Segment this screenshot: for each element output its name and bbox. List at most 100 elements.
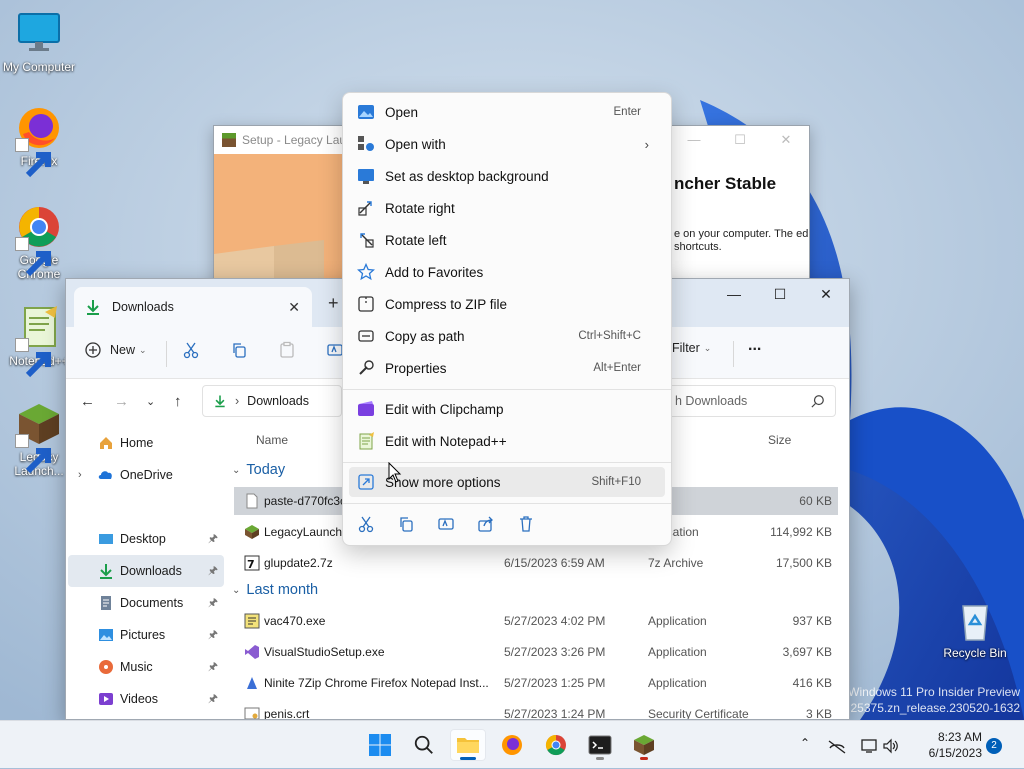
expand-chevron-icon[interactable]: › xyxy=(78,469,82,481)
breadcrumb-downloads[interactable]: Downloads xyxy=(247,394,309,408)
cut-button[interactable] xyxy=(182,341,200,359)
maximize-icon[interactable]: ☐ xyxy=(717,126,763,154)
shortcut-arrow-icon xyxy=(15,237,51,277)
scissors-icon xyxy=(183,342,199,359)
file-row[interactable]: Ninite 7Zip Chrome Firefox Notepad Inst.… xyxy=(234,669,838,697)
desktop-icon-my-computer[interactable]: My Computer xyxy=(0,10,78,74)
setup-body-text: e on your computer. The ed shortcuts. xyxy=(674,228,809,253)
taskbar-firefox[interactable] xyxy=(494,729,530,761)
clock[interactable]: 8:23 AM 6/15/2023 xyxy=(929,729,982,761)
tab-downloads[interactable]: Downloads ✕ xyxy=(74,287,312,327)
group-header-last-month[interactable]: ⌄ Last month xyxy=(232,582,318,598)
nav-item-documents[interactable]: Documents 🖈 xyxy=(68,587,224,619)
taskbar-file-explorer[interactable] xyxy=(450,729,486,761)
nav-item-desktop[interactable]: Desktop 🖈 xyxy=(68,523,224,555)
taskbar-legacy-launcher[interactable] xyxy=(626,729,662,761)
start-button[interactable] xyxy=(362,729,398,761)
desktop-icon-recycle-bin[interactable]: Recycle Bin xyxy=(936,596,1014,660)
menu-item-set-desktop-background[interactable]: Set as desktop background xyxy=(349,161,665,191)
menu-item-copy-as-path[interactable]: Copy as path Ctrl+Shift+C xyxy=(349,321,665,351)
running-indicator xyxy=(640,757,648,760)
address-bar[interactable]: › Downloads xyxy=(202,385,342,417)
up-arrow-icon[interactable]: ↑ xyxy=(174,393,182,410)
cut-icon[interactable] xyxy=(355,513,377,535)
column-header-size[interactable]: Size xyxy=(768,433,791,447)
desktop-icon-firefox[interactable]: Firefox xyxy=(0,104,78,178)
wallpaper-icon xyxy=(357,167,375,185)
file-name: VisualStudioSetup.exe xyxy=(264,645,385,659)
close-tab-icon[interactable]: ✕ xyxy=(288,299,300,316)
paste-button[interactable] xyxy=(278,341,296,359)
menu-item-label: Set as desktop background xyxy=(385,168,549,184)
notification-badge[interactable]: 2 xyxy=(986,738,1002,754)
desktop-icon-chrome[interactable]: Google Chrome xyxy=(0,203,78,281)
tab-title: Downloads xyxy=(112,300,174,314)
nav-label: OneDrive xyxy=(120,468,173,482)
chrome-icon xyxy=(15,203,63,277)
nav-item-onedrive[interactable]: › OneDrive xyxy=(68,459,224,491)
menu-item-edit-with-notepadpp[interactable]: Edit with Notepad++ xyxy=(349,426,665,456)
menu-item-rotate-left[interactable]: Rotate left xyxy=(349,225,665,255)
application-icon xyxy=(244,613,260,629)
minimize-icon[interactable]: — xyxy=(711,279,757,309)
file-row[interactable]: VisualStudioSetup.exe 5/27/2023 3:26 PM … xyxy=(234,638,838,666)
visual-studio-icon xyxy=(244,644,260,660)
group-header-today[interactable]: ⌄ Today xyxy=(232,462,285,478)
new-tab-icon[interactable]: + xyxy=(328,293,339,314)
watermark-line: ild 25375.zn_release.230520-1632 xyxy=(835,701,1020,715)
delete-icon[interactable] xyxy=(515,513,537,535)
close-icon[interactable]: ✕ xyxy=(763,126,809,154)
search-button[interactable] xyxy=(406,729,442,761)
recent-locations-chevron-icon[interactable]: ⌄ xyxy=(146,395,155,408)
network-offline-icon[interactable] xyxy=(828,737,846,755)
file-row[interactable]: penis.crt 5/27/2023 1:24 PM Security Cer… xyxy=(234,700,838,720)
file-name: paste-d770fc3c xyxy=(264,494,347,508)
taskbar-terminal[interactable] xyxy=(582,729,618,761)
os-watermark: Windows 11 Pro Insider Preview ild 25375… xyxy=(835,684,1020,716)
menu-item-edit-with-clipchamp[interactable]: Edit with Clipchamp xyxy=(349,394,665,424)
column-header-name[interactable]: Name xyxy=(256,433,288,447)
menu-item-open[interactable]: Open Enter xyxy=(349,97,665,127)
nav-item-home[interactable]: Home xyxy=(68,427,224,459)
close-icon[interactable]: ✕ xyxy=(803,279,849,309)
file-size: 3 KB xyxy=(805,707,832,720)
more-options-icon[interactable]: ... xyxy=(748,337,761,355)
nav-item-music[interactable]: Music 🖈 xyxy=(68,651,224,683)
nav-item-downloads[interactable]: Downloads 🖈 xyxy=(68,555,224,587)
taskbar-chrome[interactable] xyxy=(538,729,574,761)
archive-icon: 7 xyxy=(244,555,260,571)
menu-item-label: Copy as path xyxy=(385,328,465,344)
show-hidden-icons-chevron-icon[interactable]: ⌃ xyxy=(800,736,810,750)
rename-icon[interactable] xyxy=(435,513,457,535)
file-date: 5/27/2023 4:02 PM xyxy=(504,614,606,628)
file-row[interactable]: vac470.exe 5/27/2023 4:02 PM Application… xyxy=(234,607,838,635)
download-arrow-icon xyxy=(215,395,225,408)
notepadpp-icon xyxy=(357,432,375,450)
videos-icon xyxy=(98,691,114,707)
display-icon[interactable] xyxy=(860,737,878,755)
monitor-icon xyxy=(15,10,63,58)
new-button[interactable]: New ⌄ xyxy=(84,341,147,359)
menu-item-properties[interactable]: Properties Alt+Enter xyxy=(349,353,665,383)
menu-item-label: Compress to ZIP file xyxy=(385,296,508,312)
file-row[interactable]: 7 glupdate2.7z 6/15/2023 6:59 AM 7z Arch… xyxy=(234,549,838,577)
menu-item-add-to-favorites[interactable]: Add to Favorites xyxy=(349,257,665,287)
maximize-icon[interactable]: ☐ xyxy=(757,279,803,309)
menu-item-label: Open xyxy=(385,104,419,120)
copy-button[interactable] xyxy=(230,341,248,359)
forward-arrow-icon[interactable]: → xyxy=(114,393,129,410)
back-arrow-icon[interactable]: ← xyxy=(80,393,95,410)
minimize-icon[interactable]: — xyxy=(671,126,717,154)
search-input[interactable]: h Downloads xyxy=(666,385,836,417)
filter-button[interactable]: Filter ⌄ xyxy=(672,341,711,355)
file-size: 937 KB xyxy=(792,614,832,628)
menu-item-compress-zip[interactable]: Compress to ZIP file xyxy=(349,289,665,319)
menu-item-open-with[interactable]: Open with › xyxy=(349,129,665,159)
menu-item-rotate-right[interactable]: Rotate right xyxy=(349,193,665,223)
volume-icon[interactable] xyxy=(882,737,900,755)
share-icon[interactable] xyxy=(475,513,497,535)
nav-item-pictures[interactable]: Pictures 🖈 xyxy=(68,619,224,651)
chevron-down-icon: ⌄ xyxy=(703,342,712,353)
nav-item-videos[interactable]: Videos 🖈 xyxy=(68,683,224,715)
copy-icon[interactable] xyxy=(395,513,417,535)
